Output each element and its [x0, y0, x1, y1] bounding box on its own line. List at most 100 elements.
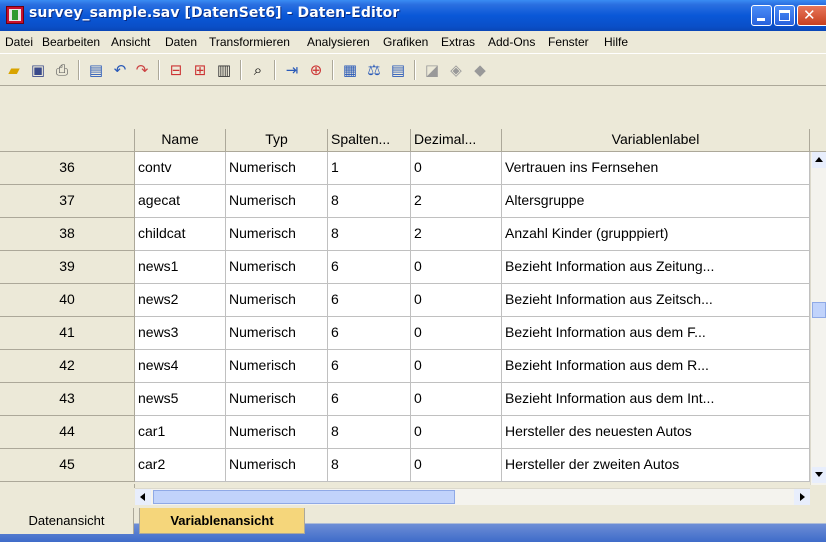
scroll-left-button[interactable]: [135, 489, 151, 505]
cell-spalten[interactable]: 6: [328, 383, 411, 416]
cell-variablenlabel[interactable]: Altersgruppe: [502, 185, 810, 218]
cell-variablenlabel[interactable]: Bezieht Information aus Zeitung...: [502, 251, 810, 284]
scroll-up-button[interactable]: [812, 152, 826, 168]
menu-fenster[interactable]: Fenster: [548, 35, 589, 49]
row-number[interactable]: 36: [0, 152, 135, 185]
cell-typ[interactable]: Numerisch: [226, 449, 328, 482]
row-number[interactable]: 37: [0, 185, 135, 218]
column-header-spalten[interactable]: Spalten...: [328, 129, 411, 152]
cell-name[interactable]: agecat: [135, 185, 226, 218]
cell-variablenlabel[interactable]: Anzahl Kinder (grupppiert): [502, 218, 810, 251]
minimize-button[interactable]: [751, 5, 772, 26]
cell-spalten[interactable]: 6: [328, 284, 411, 317]
menu-daten[interactable]: Daten: [165, 35, 197, 49]
dialog-recall-icon[interactable]: ▤: [86, 61, 106, 79]
cell-dezimal[interactable]: 2: [411, 185, 502, 218]
maximize-button[interactable]: [774, 5, 795, 26]
menu-grafiken[interactable]: Grafiken: [383, 35, 428, 49]
cell-name[interactable]: car1: [135, 416, 226, 449]
select-cases-icon[interactable]: ▤: [388, 61, 408, 79]
cell-variablenlabel[interactable]: Bezieht Information aus dem Int...: [502, 383, 810, 416]
scroll-right-button[interactable]: [794, 489, 810, 505]
open-folder-icon[interactable]: ▰: [4, 61, 24, 79]
goto-variable-icon[interactable]: ⊞: [190, 61, 210, 79]
undo-icon[interactable]: ↶: [110, 61, 130, 79]
row-number[interactable]: 40: [0, 284, 135, 317]
cell-spalten[interactable]: 8: [328, 185, 411, 218]
horizontal-scroll-thumb[interactable]: [153, 490, 455, 504]
show-all-variables-icon[interactable]: ◆: [470, 61, 490, 79]
cell-dezimal[interactable]: 0: [411, 350, 502, 383]
column-header-name[interactable]: Name: [135, 129, 226, 152]
cell-spalten[interactable]: 8: [328, 218, 411, 251]
save-icon[interactable]: ▣: [28, 61, 48, 79]
find-icon[interactable]: ⌕: [248, 61, 268, 79]
column-header-typ[interactable]: Typ: [226, 129, 328, 152]
cell-spalten[interactable]: 8: [328, 449, 411, 482]
menu-datei[interactable]: Datei: [5, 35, 33, 49]
row-number[interactable]: 38: [0, 218, 135, 251]
print-icon[interactable]: ⎙: [52, 61, 72, 79]
cell-name[interactable]: contv: [135, 152, 226, 185]
cell-dezimal[interactable]: 2: [411, 218, 502, 251]
weight-cases-icon[interactable]: ⚖: [364, 61, 384, 79]
cell-spalten[interactable]: 6: [328, 251, 411, 284]
value-labels-icon[interactable]: ◪: [422, 61, 442, 79]
cell-typ[interactable]: Numerisch: [226, 251, 328, 284]
vertical-scrollbar[interactable]: [810, 152, 826, 485]
cell-spalten[interactable]: 6: [328, 317, 411, 350]
cell-name[interactable]: news5: [135, 383, 226, 416]
cell-typ[interactable]: Numerisch: [226, 284, 328, 317]
cell-typ[interactable]: Numerisch: [226, 383, 328, 416]
cell-spalten[interactable]: 6: [328, 350, 411, 383]
row-number[interactable]: 39: [0, 251, 135, 284]
row-number[interactable]: 42: [0, 350, 135, 383]
title-bar[interactable]: survey_sample.sav [DatenSet6] - Daten-Ed…: [0, 0, 826, 31]
horizontal-scrollbar[interactable]: [135, 488, 810, 505]
cell-variablenlabel[interactable]: Bezieht Information aus Zeitsch...: [502, 284, 810, 317]
split-file-icon[interactable]: ▦: [340, 61, 360, 79]
variables-icon[interactable]: ▥: [214, 61, 234, 79]
cell-variablenlabel[interactable]: Hersteller des neuesten Autos: [502, 416, 810, 449]
insert-variable-icon[interactable]: ⊕: [306, 61, 326, 79]
corner-cell[interactable]: [0, 129, 135, 152]
cell-dezimal[interactable]: 0: [411, 383, 502, 416]
menu-addons[interactable]: Add-Ons: [488, 35, 535, 49]
cell-name[interactable]: news4: [135, 350, 226, 383]
redo-icon[interactable]: ↷: [132, 61, 152, 79]
cell-typ[interactable]: Numerisch: [226, 350, 328, 383]
cell-dezimal[interactable]: 0: [411, 317, 502, 350]
scroll-down-button[interactable]: [812, 467, 826, 483]
column-header-variablenlabel[interactable]: Variablenlabel: [502, 129, 810, 152]
cell-dezimal[interactable]: 0: [411, 251, 502, 284]
cell-typ[interactable]: Numerisch: [226, 218, 328, 251]
cell-dezimal[interactable]: 0: [411, 152, 502, 185]
cell-spalten[interactable]: 8: [328, 416, 411, 449]
use-sets-icon[interactable]: ◈: [446, 61, 466, 79]
menu-hilfe[interactable]: Hilfe: [604, 35, 628, 49]
insert-cases-icon[interactable]: ⇥: [282, 61, 302, 79]
cell-spalten[interactable]: 1: [328, 152, 411, 185]
menu-analysieren[interactable]: Analysieren: [307, 35, 370, 49]
cell-variablenlabel[interactable]: Bezieht Information aus dem R...: [502, 350, 810, 383]
cell-typ[interactable]: Numerisch: [226, 185, 328, 218]
cell-dezimal[interactable]: 0: [411, 449, 502, 482]
cell-typ[interactable]: Numerisch: [226, 416, 328, 449]
cell-name[interactable]: car2: [135, 449, 226, 482]
close-button[interactable]: ✕: [797, 5, 826, 26]
row-number[interactable]: 43: [0, 383, 135, 416]
spss-app-icon[interactable]: [6, 6, 24, 24]
cell-typ[interactable]: Numerisch: [226, 152, 328, 185]
cell-name[interactable]: news2: [135, 284, 226, 317]
menu-extras[interactable]: Extras: [441, 35, 475, 49]
menu-ansicht[interactable]: Ansicht: [111, 35, 150, 49]
cell-dezimal[interactable]: 0: [411, 416, 502, 449]
tab-datenansicht[interactable]: Datenansicht: [0, 508, 134, 534]
row-number[interactable]: 41: [0, 317, 135, 350]
goto-case-icon[interactable]: ⊟: [166, 61, 186, 79]
cell-variablenlabel[interactable]: Hersteller der zweiten Autos: [502, 449, 810, 482]
tab-variablenansicht[interactable]: Variablenansicht: [139, 508, 305, 534]
row-number[interactable]: 44: [0, 416, 135, 449]
cell-name[interactable]: news3: [135, 317, 226, 350]
cell-variablenlabel[interactable]: Vertrauen ins Fernsehen: [502, 152, 810, 185]
